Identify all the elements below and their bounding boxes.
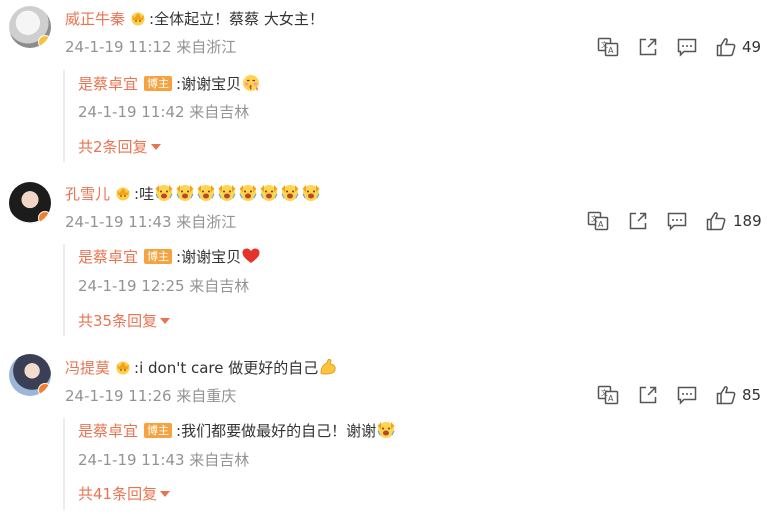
verified-badge-icon [38, 211, 51, 224]
cheer-emoji-icon [376, 420, 396, 440]
comment-body: 冯提莫 :i don't care 做更好的自己 [65, 357, 339, 378]
comment-meta: 24-1-19 11:43 来自浙江 [65, 213, 237, 231]
reply-thread: 是蔡卓宜 博主:谢谢宝贝 24-1-19 11:42 来自吉林 共2条回复 [63, 70, 755, 162]
more-replies-link[interactable]: 共2条回复 [78, 137, 161, 157]
comment-icon[interactable] [666, 210, 688, 232]
reply-username[interactable]: 是蔡卓宜 [78, 422, 138, 440]
like-count: 189 [733, 212, 762, 230]
comment-actions: 85 [597, 384, 767, 408]
avatar[interactable] [9, 182, 51, 224]
reply-text: :我们都要做最好的自己！谢谢 [176, 422, 377, 440]
like-count: 85 [742, 386, 762, 404]
translate-icon[interactable] [597, 36, 619, 58]
kiss-emoji-icon [241, 73, 261, 93]
thumbs-up-icon[interactable] [715, 384, 737, 406]
like-count: 49 [742, 38, 762, 56]
more-replies-link[interactable]: 共41条回复 [78, 484, 171, 504]
blogger-badge: 博主 [144, 249, 173, 264]
comment-body: 孔雪儿 :哇 [65, 183, 322, 204]
caret-down-icon [160, 491, 171, 497]
reply-thread: 是蔡卓宜 博主:谢谢宝贝 24-1-19 12:25 来自吉林 共35条回复 [63, 244, 755, 336]
thumbs-up-icon[interactable] [705, 210, 727, 232]
cheer-emoji-icon [238, 183, 258, 203]
reply-body: 是蔡卓宜 博主:我们都要做最好的自己！谢谢 [78, 420, 397, 441]
comment-meta: 24-1-19 11:26 来自重庆 [65, 387, 237, 405]
comment-icon[interactable] [676, 384, 698, 406]
share-icon[interactable] [627, 210, 649, 232]
cheer-emoji-icon [259, 183, 279, 203]
more-replies-label: 共2条回复 [78, 138, 148, 156]
cheer-emoji-icon [154, 183, 174, 203]
crown-icon [114, 185, 132, 201]
avatar[interactable] [9, 354, 51, 396]
reply-username[interactable]: 是蔡卓宜 [78, 75, 138, 93]
avatar[interactable] [9, 6, 51, 48]
thumbs-up-icon[interactable] [715, 36, 737, 58]
muscle-emoji-icon [318, 357, 338, 377]
reply-text: :谢谢宝贝 [176, 75, 242, 93]
caret-down-icon [160, 318, 171, 324]
username[interactable]: 冯提莫 [65, 359, 110, 377]
verified-badge-icon [38, 383, 51, 396]
username[interactable]: 威正牛秦 [65, 10, 125, 28]
reply-username[interactable]: 是蔡卓宜 [78, 248, 138, 266]
username[interactable]: 孔雪儿 [65, 185, 110, 203]
heart-emoji-icon [241, 246, 261, 266]
comment-actions: 189 [587, 210, 767, 234]
reply-meta: 24-1-19 12:25 来自吉林 [78, 277, 250, 295]
more-replies-link[interactable]: 共35条回复 [78, 311, 171, 331]
blogger-badge: 博主 [144, 423, 173, 438]
comment-text: :全体起立！蔡蔡 大女主！ [149, 10, 324, 28]
crown-icon [114, 359, 132, 375]
cheer-emoji-icon [280, 183, 300, 203]
comment-text: :哇 [134, 185, 155, 203]
translate-icon[interactable] [597, 384, 619, 406]
reply-text: :谢谢宝贝 [176, 248, 242, 266]
cheer-emoji-icon [301, 183, 321, 203]
reply-body: 是蔡卓宜 博主:谢谢宝贝 [78, 73, 262, 94]
comment-actions: 49 [597, 36, 767, 60]
reply-meta: 24-1-19 11:42 来自吉林 [78, 103, 250, 121]
share-icon[interactable] [637, 384, 659, 406]
reply-meta: 24-1-19 11:43 来自吉林 [78, 451, 250, 469]
more-replies-label: 共35条回复 [78, 312, 158, 330]
cheer-emoji-icon [196, 183, 216, 203]
verified-badge-icon [38, 35, 51, 48]
more-replies-label: 共41条回复 [78, 485, 158, 503]
caret-down-icon [150, 144, 161, 150]
translate-icon[interactable] [587, 210, 609, 232]
crown-icon [129, 10, 147, 26]
cheer-emoji-icon [217, 183, 237, 203]
blogger-badge: 博主 [144, 76, 173, 91]
reply-thread: 是蔡卓宜 博主:我们都要做最好的自己！谢谢 24-1-19 11:43 来自吉林 … [63, 418, 755, 510]
comment-text: :i don't care 做更好的自己 [134, 359, 319, 377]
share-icon[interactable] [637, 36, 659, 58]
reply-body: 是蔡卓宜 博主:谢谢宝贝 [78, 246, 262, 267]
comment-body: 威正牛秦 :全体起立！蔡蔡 大女主！ [65, 9, 324, 29]
cheer-emoji-icon [175, 183, 195, 203]
comment-icon[interactable] [676, 36, 698, 58]
comment-meta: 24-1-19 11:12 来自浙江 [65, 38, 237, 56]
